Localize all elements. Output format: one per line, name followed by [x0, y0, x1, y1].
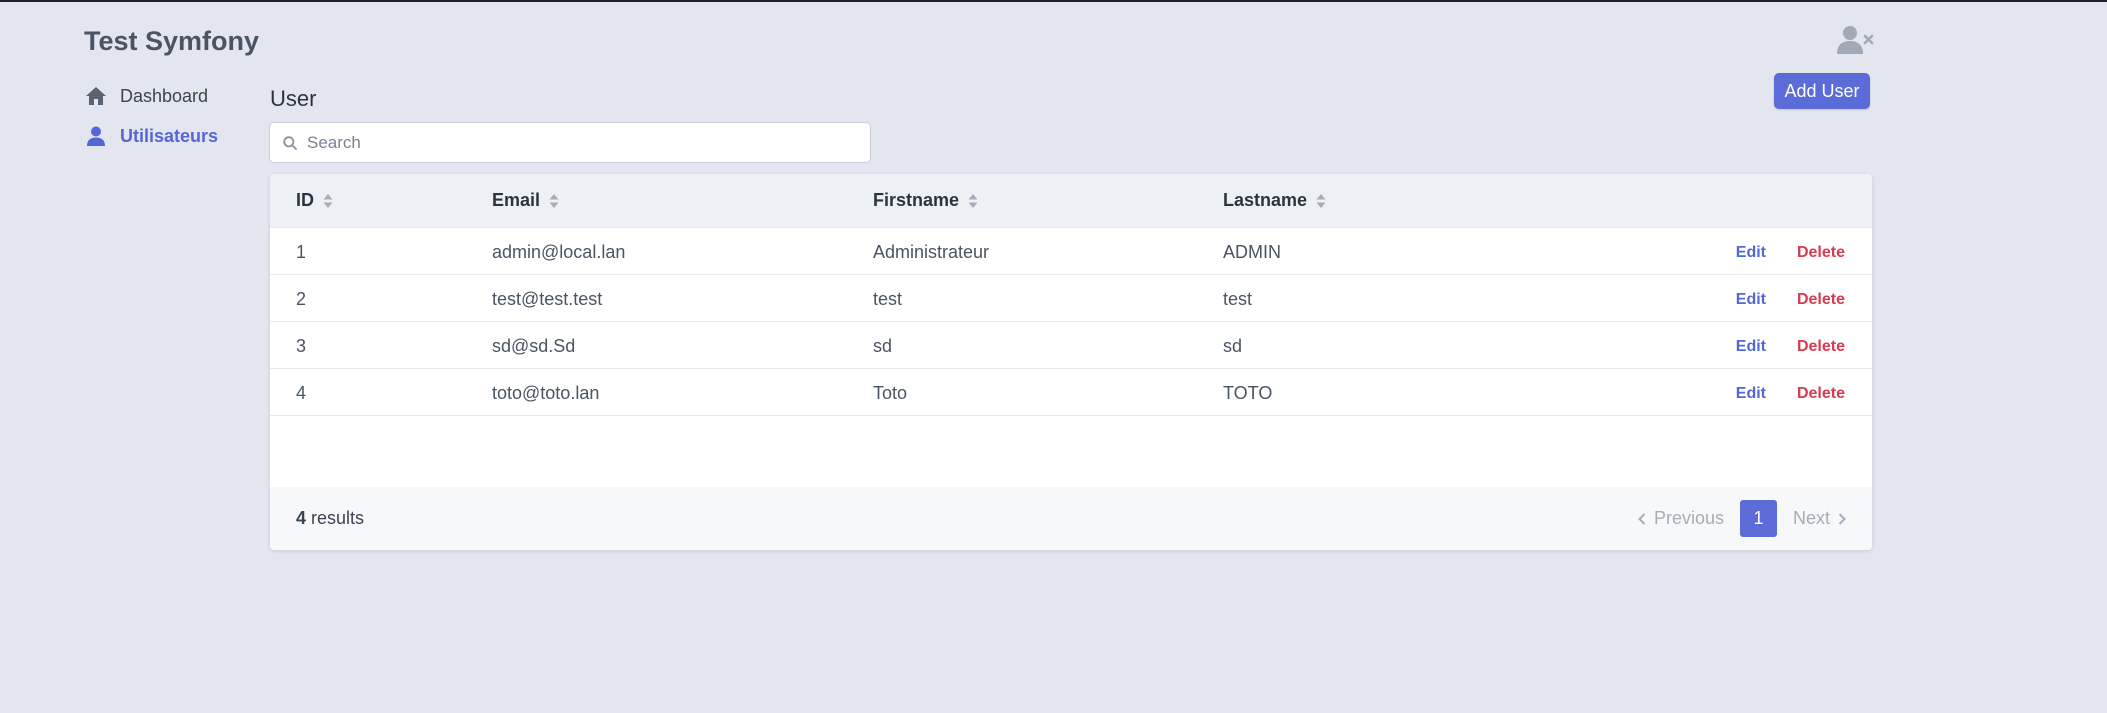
delete-link[interactable]: Delete [1797, 244, 1845, 262]
delete-link[interactable]: Delete [1797, 291, 1845, 309]
search-icon [283, 135, 297, 150]
sidebar-item-utilisateurs[interactable]: Utilisateurs [84, 124, 218, 148]
results-label: results [311, 508, 365, 528]
table-footer: 4 results Previous 1 Next [270, 487, 1872, 550]
column-header-id[interactable]: ID [296, 190, 333, 211]
column-header-firstname[interactable]: Firstname [873, 190, 978, 211]
cell-firstname: Toto [873, 383, 908, 403]
page-title: User [270, 86, 317, 111]
cell-id: 3 [296, 336, 307, 356]
table-row: 4 toto@toto.lan Toto TOTO Edit Delete [270, 369, 1872, 416]
sort-icon [323, 193, 333, 208]
sidebar-item-dashboard[interactable]: Dashboard [84, 84, 218, 108]
previous-label: Previous [1653, 508, 1724, 528]
results-count: 4 results [296, 508, 364, 529]
table-row: 1 admin@local.lan Administrateur ADMIN E… [270, 228, 1872, 275]
table-row: 3 sd@sd.Sd sd sd Edit Delete [270, 322, 1872, 369]
next-page-button[interactable]: Next [1793, 508, 1846, 529]
delete-link[interactable]: Delete [1797, 338, 1845, 356]
sidebar: Dashboard Utilisateurs [84, 84, 218, 164]
cell-lastname: ADMIN [1223, 242, 1281, 262]
search-input[interactable] [307, 132, 847, 153]
cell-id: 4 [296, 383, 307, 403]
edit-link[interactable]: Edit [1736, 385, 1766, 403]
column-header-email[interactable]: Email [492, 190, 559, 211]
table-header: ID Email Firstname Lastname [270, 174, 1872, 228]
previous-page-button[interactable]: Previous [1638, 508, 1724, 529]
cell-email: test@test.test [492, 289, 603, 309]
app-title: Test Symfony [84, 26, 260, 56]
cell-email: toto@toto.lan [492, 383, 600, 403]
cell-firstname: sd [873, 336, 893, 356]
sort-icon [1316, 193, 1326, 208]
cell-firstname: Administrateur [873, 242, 990, 262]
table-row: 2 test@test.test test test Edit Delete [270, 275, 1872, 322]
user-times-icon[interactable] [1836, 24, 1874, 56]
pagination: Previous 1 Next [1638, 500, 1846, 537]
window-top-border [0, 0, 2107, 2]
users-table-card: ID Email Firstname Lastname 1 admin@loca… [270, 174, 1872, 550]
results-number: 4 [296, 508, 307, 528]
sort-icon [549, 193, 559, 208]
cell-firstname: test [873, 289, 903, 309]
user-icon [84, 125, 108, 147]
column-header-label: Firstname [873, 190, 960, 210]
sidebar-item-label: Dashboard [120, 85, 209, 106]
page-button-current[interactable]: 1 [1739, 500, 1777, 537]
edit-link[interactable]: Edit [1736, 244, 1766, 262]
cell-lastname: test [1223, 289, 1253, 309]
cell-id: 1 [296, 242, 307, 262]
cell-email: sd@sd.Sd [492, 336, 576, 356]
chevron-right-icon [1838, 512, 1846, 525]
cell-email: admin@local.lan [492, 242, 626, 262]
sort-icon [968, 193, 978, 208]
column-header-label: ID [296, 190, 314, 210]
search-field[interactable] [269, 122, 871, 163]
column-header-label: Email [492, 190, 541, 210]
column-header-lastname[interactable]: Lastname [1223, 190, 1326, 211]
sidebar-item-label: Utilisateurs [120, 125, 219, 146]
chevron-left-icon [1638, 512, 1646, 525]
cell-lastname: sd [1223, 336, 1243, 356]
delete-link[interactable]: Delete [1797, 385, 1845, 403]
home-icon [84, 85, 108, 107]
column-header-label: Lastname [1223, 190, 1308, 210]
cell-lastname: TOTO [1223, 383, 1273, 403]
cell-id: 2 [296, 289, 307, 309]
edit-link[interactable]: Edit [1736, 291, 1766, 309]
next-label: Next [1792, 508, 1830, 528]
edit-link[interactable]: Edit [1736, 338, 1766, 356]
add-user-button[interactable]: Add User [1774, 73, 1870, 109]
